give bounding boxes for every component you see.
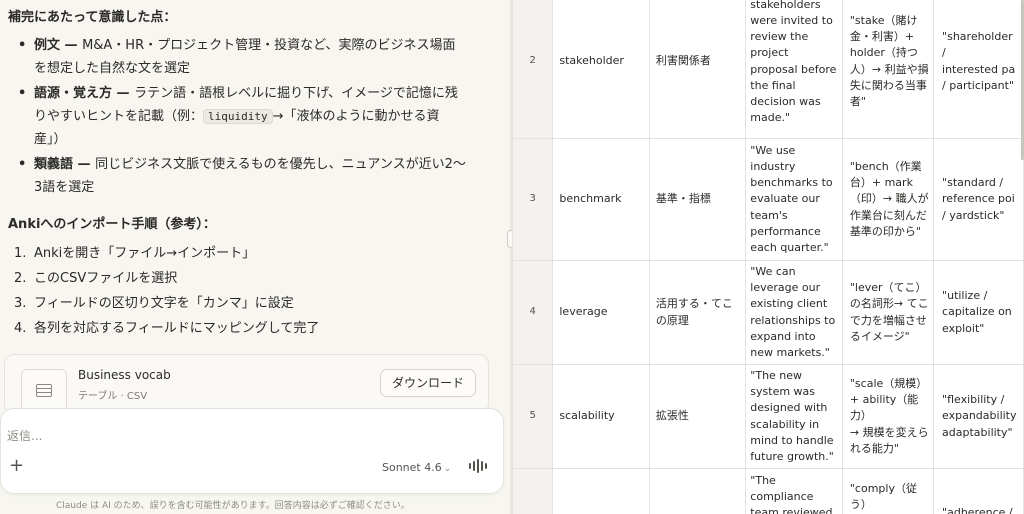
step-number: 1. <box>14 246 27 261</box>
cell-text: stakeholders were invited to review the … <box>750 0 837 125</box>
row-number: 2 <box>512 0 554 139</box>
etymology-cell: "comply（従う） の名詞形→ <box>841 468 935 514</box>
step-text: 各列を対応するフィールドにマッピングして完了 <box>34 321 320 336</box>
model-selector[interactable]: Sonnet 4.6 ⌄ <box>382 461 451 474</box>
list-item: 例文 — M&A・HR・プロジェクト管理・投資など、実際のビジネス場面 を想定し… <box>16 34 488 80</box>
table-icon <box>36 384 52 397</box>
table-row: 3 benchmark 基準・指標 "We use industry bench… <box>512 138 1024 261</box>
example-cell: "The compliance team reviewed <box>745 468 843 514</box>
voice-icon[interactable] <box>469 459 491 473</box>
cell-text: "bench（作業 台）+ mark （印）→ 職人が 作業台に刻んだ 基準の印… <box>849 159 929 238</box>
list-item: 4. 各列を対応するフィールドにマッピングして完了 <box>14 317 488 341</box>
list-item: 1. Ankiを開き「ファイル→インポート」 <box>14 242 488 266</box>
list-item: 語源・覚え方 — ラテン語・語根レベルに掘り下げ、イメージで記憶に残 りやすいヒ… <box>16 82 488 151</box>
file-meta: テーブル · CSV <box>78 391 148 402</box>
cell-text: 活用する・てこ の原理 <box>655 297 733 327</box>
chevron-down-icon: ⌄ <box>443 464 452 474</box>
csv-table-view: 2 stakeholder 利害関係者 stakeholders were in… <box>512 0 1024 514</box>
synonym-cell: "utilize / capitalize on exploit" <box>933 260 1024 365</box>
bullet-text: ラテン語・語根レベルに掘り下げ、イメージで記憶に残 <box>134 86 458 101</box>
synonym-cell: "flexibility / expandability adaptabilit… <box>933 364 1024 469</box>
file-name: Business vocab <box>78 368 171 382</box>
bullet-text: →「液体のように動かせる資 <box>272 109 440 124</box>
table-row: "The compliance team reviewed "comply（従う… <box>512 468 1024 514</box>
download-button[interactable]: ダウンロード <box>380 369 476 397</box>
row-number: 5 <box>512 364 554 469</box>
word-cell <box>552 468 650 514</box>
step-text: フィールドの区切り文字を「カンマ」に設定 <box>34 296 294 311</box>
steps-list: 1. Ankiを開き「ファイル→インポート」 2. このCSVファイルを選択 3. フ… <box>14 242 488 341</box>
chat-panel: 補完にあたって意識した点： 例文 — M&A・HR・プロジェクト管理・投資など、… <box>0 0 510 514</box>
table-row: 5 scalability 拡張性 "The new system was de… <box>512 364 1024 469</box>
step-number: 3. <box>14 296 27 311</box>
word-cell: leverage <box>552 260 650 365</box>
synonym-cell: "standard / reference poi / yardstick" <box>933 138 1024 261</box>
bullet-term: 例文 — <box>34 38 83 53</box>
list-item: 2. このCSVファイルを選択 <box>14 267 488 291</box>
model-name: Sonnet 4.6 <box>382 461 442 474</box>
row-number <box>512 468 554 514</box>
step-text: このCSVファイルを選択 <box>34 271 178 286</box>
bullet-text: 3語を選定 <box>34 180 95 195</box>
bullet-list: 例文 — M&A・HR・プロジェクト管理・投資など、実際のビジネス場面 を想定し… <box>16 34 488 199</box>
table-row: 2 stakeholder 利害関係者 stakeholders were in… <box>512 0 1024 139</box>
data-table: 2 stakeholder 利害関係者 stakeholders were in… <box>512 0 1024 514</box>
reply-input[interactable]: 返信... <box>7 427 42 444</box>
cell-text: "The compliance team reviewed <box>750 474 833 514</box>
etymology-cell: "stake（賭け 金・利害）+ holder（持つ 人）→ 利益や損 失に関わ… <box>841 0 935 139</box>
table-row: 4 leverage 活用する・てこ の原理 "We can leverage … <box>512 260 1024 365</box>
bullet-text: りやすいヒントを記載（例： <box>34 109 204 124</box>
section-heading: 補完にあたって意識した点： <box>8 10 177 25</box>
cell-text: "We can leverage our existing client rel… <box>750 264 836 359</box>
word-cell: scalability <box>552 364 650 469</box>
meaning-cell: 基準・指標 <box>648 138 747 261</box>
word-cell: benchmark <box>552 138 650 261</box>
inline-code: liquidity <box>203 109 273 124</box>
bullet-term: 類義語 — <box>34 157 96 172</box>
file-attachment-card[interactable]: Business vocab テーブル · CSV ダウンロード <box>4 354 489 421</box>
bullet-term: 語源・覚え方 — <box>34 86 135 101</box>
example-cell: "The new system was designed with scalab… <box>745 364 843 469</box>
etymology-cell: "bench（作業 台）+ mark （印）→ 職人が 作業台に刻んだ 基準の印… <box>841 138 935 261</box>
step-number: 2. <box>14 271 27 286</box>
example-cell: "We can leverage our existing client rel… <box>745 260 843 365</box>
cell-text: "We use industry benchmarks to evaluate … <box>750 143 833 254</box>
step-number: 4. <box>14 321 27 336</box>
meaning-cell: 利害関係者 <box>648 0 747 139</box>
word-cell: stakeholder <box>552 0 650 139</box>
plus-icon[interactable]: + <box>9 457 24 475</box>
cell-text: "stake（賭け 金・利害）+ holder（持つ 人）→ 利益や損 失に関わ… <box>849 13 929 108</box>
synonym-cell: "shareholder / interested pa / participa… <box>933 0 1024 139</box>
bullet-text: 同じビジネス文脈で使えるものを優先し、ニュアンスが近い2〜 <box>95 157 466 172</box>
meaning-cell: 活用する・てこ の原理 <box>648 260 747 365</box>
cell-text: "lever（てこ） の名詞形→ てこ で力を増幅させ るイメージ" <box>849 281 929 343</box>
reply-input-box[interactable]: 返信... + Sonnet 4.6 ⌄ <box>0 408 504 494</box>
row-number: 4 <box>512 260 554 365</box>
disclaimer-text: Claude は AI のため、誤りを含む可能性があります。回答内容は必ずご確認… <box>56 501 410 511</box>
cell-text: "The new system was designed with scalab… <box>750 368 834 463</box>
row-number: 3 <box>512 138 554 261</box>
list-item: 類義語 — 同じビジネス文脈で使えるものを優先し、ニュアンスが近い2〜 3語を選… <box>16 153 488 199</box>
bullet-text: を想定した自然な文を選定 <box>34 61 191 76</box>
message-content: 補完にあたって意識した点： 例文 — M&A・HR・プロジェクト管理・投資など、… <box>8 6 488 342</box>
section-heading: Ankiへのインポート手順（参考）： <box>8 217 216 232</box>
meaning-cell: 拡張性 <box>648 364 747 469</box>
meaning-cell <box>648 468 747 514</box>
list-item: 3. フィールドの区切り文字を「カンマ」に設定 <box>14 292 488 316</box>
etymology-cell: "scale（規模） + ability（能力） → 規模を変えら れる能力" <box>841 364 935 469</box>
bullet-text: M&A・HR・プロジェクト管理・投資など、実際のビジネス場面 <box>82 38 456 53</box>
example-cell: "We use industry benchmarks to evaluate … <box>745 138 843 261</box>
etymology-cell: "lever（てこ） の名詞形→ てこ で力を増幅させ るイメージ" <box>841 260 935 365</box>
bullet-text: 産」） <box>34 132 67 147</box>
synonym-cell: "adherence / <box>933 468 1024 514</box>
step-text: Ankiを開き「ファイル→インポート」 <box>34 246 256 261</box>
example-cell: stakeholders were invited to review the … <box>745 0 843 139</box>
cell-text: "comply（従う） の名詞形→ <box>849 482 917 512</box>
cell-text: "scale（規模） + ability（能力） → 規模を変えら れる能力" <box>849 376 929 455</box>
